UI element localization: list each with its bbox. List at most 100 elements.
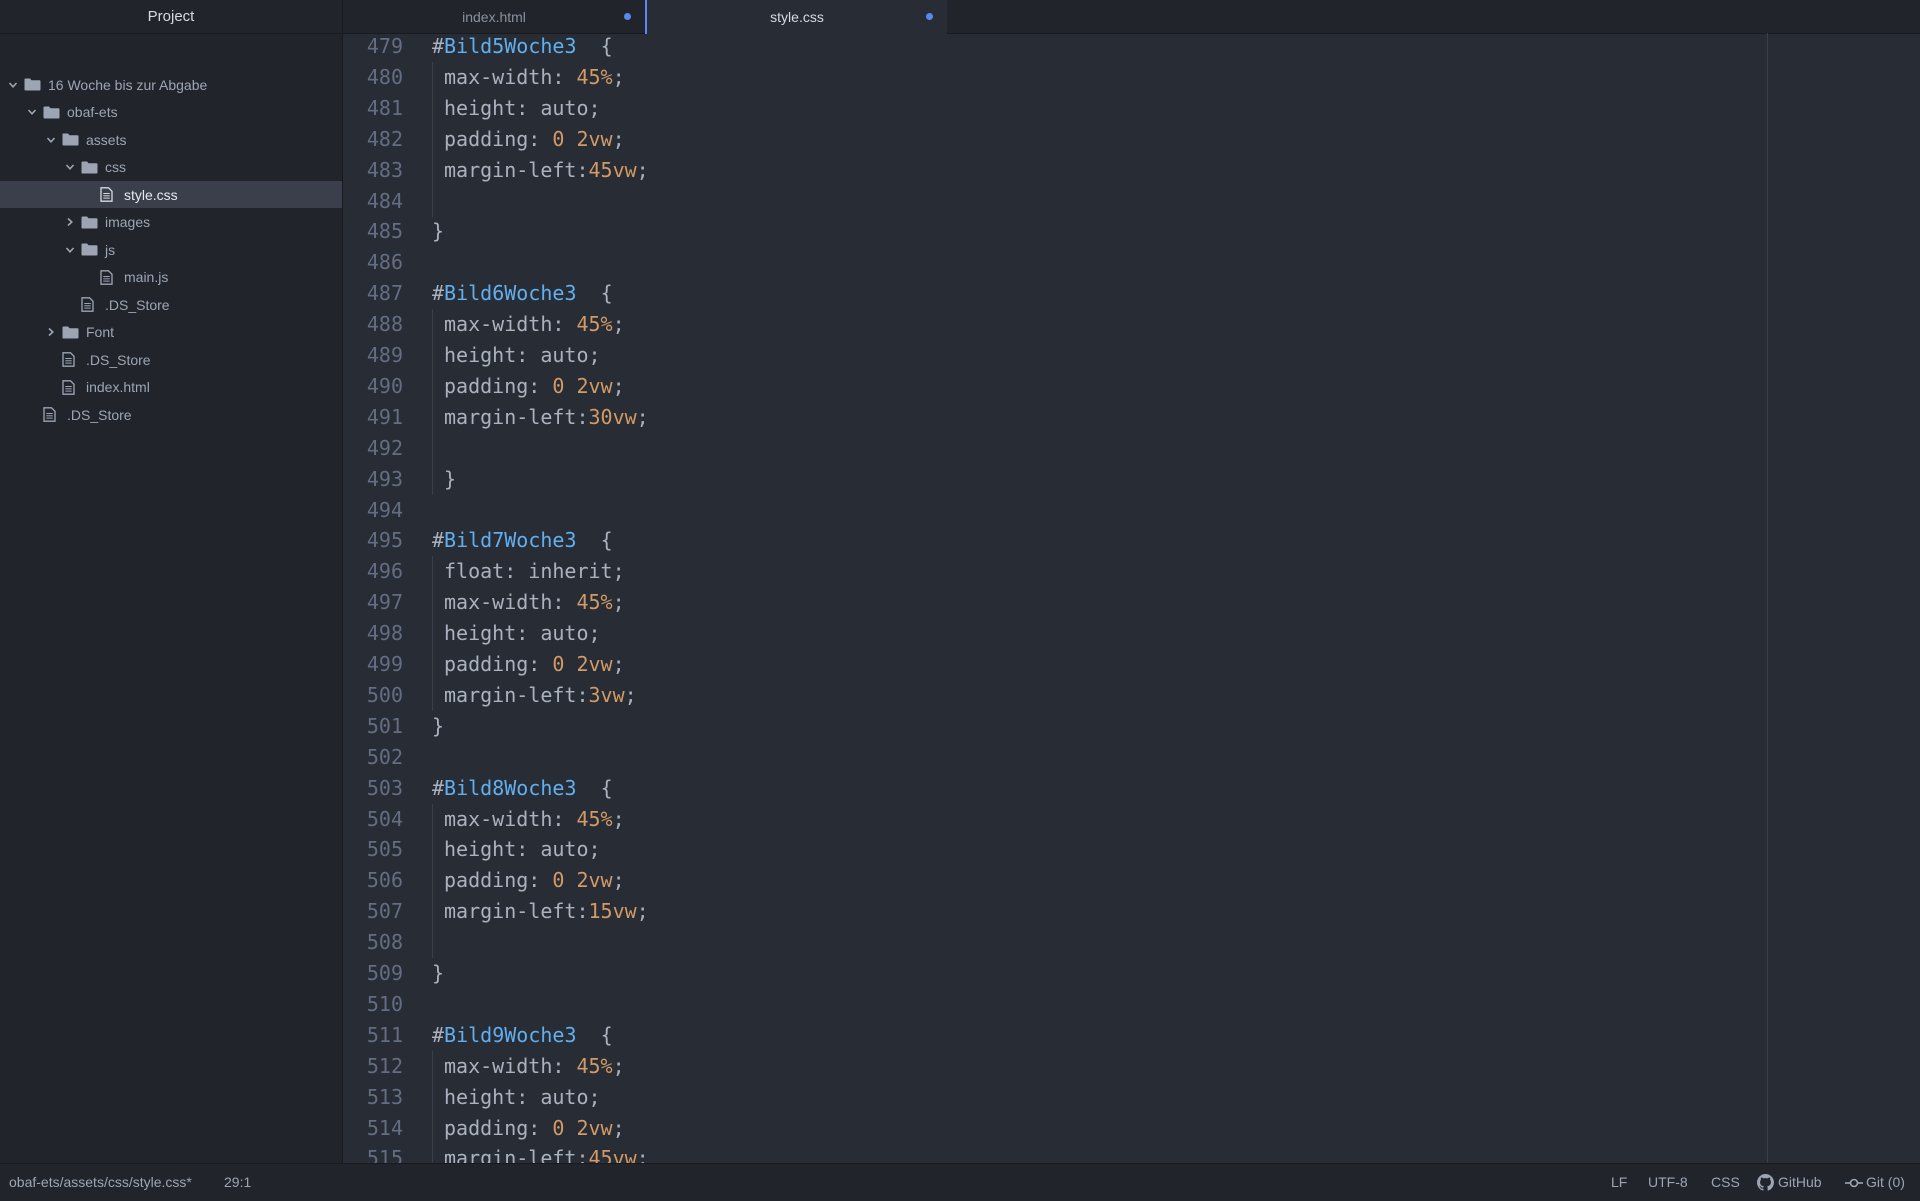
code-line[interactable]: 499 padding: 0 2vw;: [343, 649, 1920, 680]
code-token: padding:: [444, 1115, 553, 1140]
indent-guide: [432, 340, 433, 371]
code-line[interactable]: 495 #Bild7Woche3 {: [343, 525, 1920, 556]
indent-guide: [432, 834, 433, 866]
code-line[interactable]: 513 height: auto;: [343, 1081, 1920, 1113]
status-github-button[interactable]: GitHub: [1757, 1164, 1822, 1201]
code-token: ;: [612, 64, 625, 89]
tree-folder[interactable]: obaf-ets: [0, 99, 342, 126]
code-line[interactable]: 514 padding: 0 2vw;: [343, 1112, 1920, 1144]
code-line[interactable]: 494: [343, 495, 1920, 526]
tree-folder[interactable]: assets: [0, 126, 342, 153]
code-text: margin-left:45vw;: [444, 1143, 649, 1163]
css-value-number: 2vw: [576, 868, 613, 893]
status-grammar[interactable]: CSS: [1711, 1164, 1740, 1201]
folder-icon: [81, 243, 99, 257]
line-number: 494: [366, 497, 403, 522]
code-line[interactable]: 482 padding: 0 2vw;: [343, 123, 1920, 155]
code-token: ;: [612, 1053, 625, 1078]
code-text: max-width: 45%;: [444, 1051, 625, 1082]
tree-file[interactable]: main.js: [0, 264, 342, 291]
tree-folder[interactable]: js: [0, 236, 342, 263]
code-line[interactable]: 487 #Bild6Woche3 {: [343, 278, 1920, 309]
status-git-button[interactable]: Git (0): [1845, 1164, 1905, 1201]
code-line[interactable]: 483 margin-left:45vw;: [343, 154, 1920, 186]
code-line[interactable]: 500 margin-left:3vw;: [343, 679, 1920, 711]
code-line[interactable]: 486: [343, 247, 1920, 278]
code-line[interactable]: 484: [343, 185, 1920, 217]
code-line[interactable]: 498 height: auto;: [343, 618, 1920, 650]
css-value-number: 30vw: [588, 404, 637, 429]
code-line[interactable]: 488 max-width: 45%;: [343, 309, 1920, 341]
code-token: ;: [612, 590, 625, 615]
tree-folder[interactable]: images: [0, 209, 342, 236]
tree-item-label: .DS_Store: [105, 296, 170, 313]
status-encoding[interactable]: UTF-8: [1648, 1164, 1688, 1201]
tree-folder[interactable]: css: [0, 154, 342, 181]
chevron-right-icon[interactable]: [44, 325, 58, 339]
tree-file[interactable]: .DS_Store: [0, 401, 342, 428]
code-line[interactable]: 490 padding: 0 2vw;: [343, 370, 1920, 402]
code-text: padding: 0 2vw;: [444, 124, 625, 155]
code-token: #: [432, 528, 445, 553]
css-selector: Bild6Woche3: [444, 281, 577, 306]
git-commit-icon: [1845, 1178, 1863, 1187]
code-line[interactable]: 501}: [343, 711, 1920, 742]
tree-file[interactable]: index.html: [0, 374, 342, 401]
status-file-path[interactable]: obaf-ets/assets/css/style.css*: [9, 1164, 192, 1201]
tab-style-css[interactable]: style.css: [645, 0, 947, 34]
code-line[interactable]: 496 float: inherit;: [343, 556, 1920, 588]
chevron-down-icon[interactable]: [63, 243, 77, 257]
code-line[interactable]: 503 #Bild8Woche3 {: [343, 773, 1920, 804]
code-text: max-width: 45%;: [444, 62, 625, 93]
code-line[interactable]: 504 max-width: 45%;: [343, 803, 1920, 835]
code-token: max-width:: [444, 64, 577, 89]
code-line[interactable]: 505 height: auto;: [343, 834, 1920, 866]
tree-file[interactable]: style.css: [0, 181, 342, 208]
code-line[interactable]: 485}: [343, 216, 1920, 247]
tree-file[interactable]: .DS_Store: [0, 346, 342, 373]
code-line[interactable]: 512 max-width: 45%;: [343, 1050, 1920, 1082]
code-line[interactable]: 489 height: auto;: [343, 340, 1920, 371]
tree-view: Project 16 Woche bis zur Abgabe obaf-ets a…: [0, 0, 343, 1163]
chevron-down-icon[interactable]: [63, 160, 77, 174]
code-line[interactable]: 480 max-width: 45%;: [343, 61, 1920, 93]
status-line-ending[interactable]: LF: [1611, 1164, 1627, 1201]
code-token: float: inherit;: [444, 559, 625, 584]
tree-item-label: obaf-ets: [67, 104, 118, 120]
code-line[interactable]: 497 max-width: 45%;: [343, 587, 1920, 619]
tree-folder[interactable]: 16 Woche bis zur Abgabe: [0, 71, 342, 98]
code-line[interactable]: 508: [343, 927, 1920, 959]
code-line[interactable]: 511 #Bild9Woche3 {: [343, 1020, 1920, 1051]
tree-file[interactable]: .DS_Store: [0, 291, 342, 318]
file-icon: [100, 269, 118, 285]
code-token: margin-left:: [444, 404, 589, 429]
chevron-down-icon[interactable]: [6, 78, 20, 92]
css-value-number: 2vw: [576, 1115, 613, 1140]
code-line[interactable]: 491 margin-left:30vw;: [343, 401, 1920, 433]
chevron-down-icon[interactable]: [25, 105, 39, 119]
github-icon: [1757, 1174, 1774, 1191]
line-number: 489: [366, 343, 403, 367]
folder-icon: [24, 78, 42, 92]
code-line[interactable]: 492: [343, 432, 1920, 464]
status-cursor-position[interactable]: 29:1: [224, 1164, 251, 1201]
code-token: padding:: [444, 126, 553, 151]
chevron-right-icon[interactable]: [63, 215, 77, 229]
line-number: 511: [366, 1022, 403, 1047]
chevron-down-icon[interactable]: [44, 133, 58, 147]
code-line[interactable]: 507 margin-left:15vw;: [343, 896, 1920, 928]
code-line[interactable]: 515 margin-left:45vw;: [343, 1143, 1920, 1163]
code-line[interactable]: 509}: [343, 958, 1920, 989]
code-line[interactable]: 510: [343, 989, 1920, 1020]
line-number: 485: [366, 219, 403, 244]
line-number: 496: [366, 559, 403, 584]
code-line[interactable]: 502: [343, 742, 1920, 773]
tree-folder[interactable]: Font: [0, 319, 342, 346]
code-line[interactable]: 479 #Bild5Woche3 {: [343, 33, 1920, 62]
code-line[interactable]: 493}: [343, 463, 1920, 495]
tab-index-html[interactable]: index.html: [343, 0, 645, 33]
code-line[interactable]: 481 height: auto;: [343, 92, 1920, 124]
code-editor[interactable]: 479 #Bild5Woche3 {480 max-width: 45%; 481 he…: [343, 33, 1920, 1163]
code-line[interactable]: 506 padding: 0 2vw;: [343, 865, 1920, 897]
